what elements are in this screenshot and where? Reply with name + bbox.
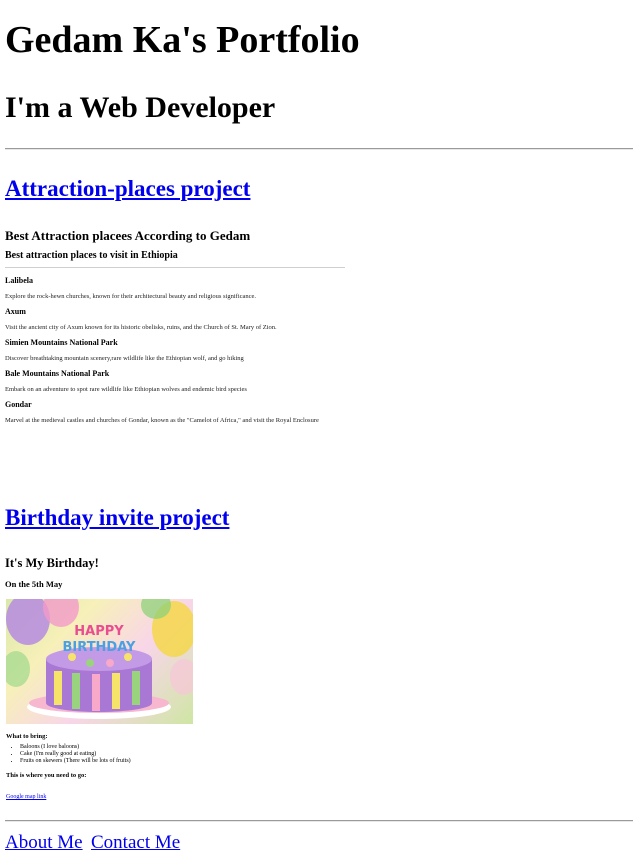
place-name: Simien Mountains National Park [5,338,118,347]
list-item: Cake (I'm really good at eating) [20,751,131,758]
attraction-subheading: Best attraction places to visit in Ethio… [5,250,178,261]
divider-bottom [5,820,633,822]
list-item: Baloons (I love baloons) [20,744,131,751]
place-desc: Explore the rock-hewn churches, known fo… [5,293,257,300]
attraction-heading: Best Attraction placees According to Ged… [5,228,251,243]
google-map-link[interactable]: Google map link [6,794,46,800]
birthday-invite-link[interactable]: Birthday invite project [5,504,229,532]
about-me-link[interactable]: About Me [5,832,83,854]
birthday-invite-preview: It's My Birthday! On the 5th May HAPPY B… [5,556,405,806]
list-item: Fruits on skewers (There will be lots of… [20,758,131,765]
place-desc: Embark on an adventure to spot rare wild… [5,386,247,393]
place-name: Axum [5,307,26,316]
place-desc: Marvel at the medieval castles and churc… [5,417,319,424]
place-desc: Discover breathtaking mountain scenery,r… [5,355,244,362]
bring-section: What to bring: Baloons (I love baloons) … [6,733,131,803]
contact-me-link[interactable]: Contact Me [91,832,180,854]
bring-list: Baloons (I love baloons) Cake (I'm reall… [6,744,131,765]
place-desc: Visit the ancient city of Axum known for… [5,324,277,331]
place-name: Bale Mountains National Park [5,369,110,378]
page-title: Gedam Ka's Portfolio [5,19,360,61]
birthday-heading: It's My Birthday! [5,556,99,570]
place-name: Lalibela [5,276,34,285]
where-heading: This is where you need to go: [6,772,87,779]
svg-text:BIRTHDAY: BIRTHDAY [63,640,137,655]
attraction-places-link[interactable]: Attraction-places project [5,175,250,203]
svg-text:HAPPY: HAPPY [74,624,124,639]
bring-heading: What to bring: [6,733,48,740]
attraction-divider [5,267,345,268]
page-subtitle: I'm a Web Developer [5,91,276,124]
birthday-cake-image: HAPPY BIRTHDAY [6,599,193,724]
attraction-places-preview: Best Attraction placees According to Ged… [5,228,405,453]
divider-top [5,148,633,150]
place-name: Gondar [5,400,32,409]
birthday-date: On the 5th May [5,579,63,589]
